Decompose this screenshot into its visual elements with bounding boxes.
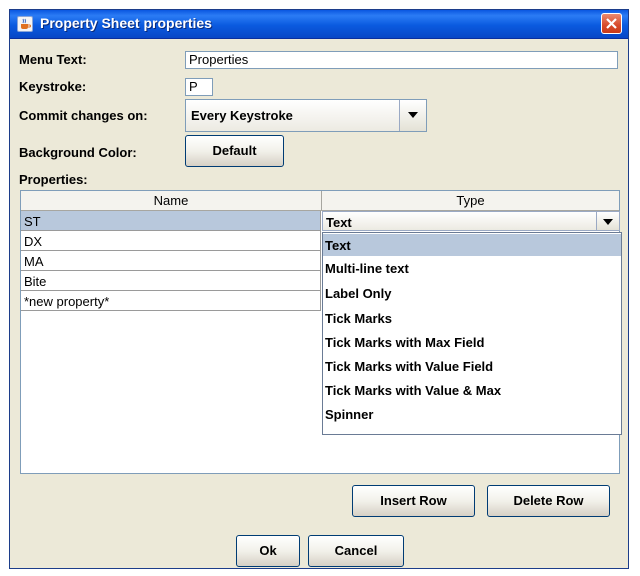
dialog-window: Property Sheet properties Menu Text: Pro… [9, 9, 629, 569]
type-dropdown-arrow[interactable] [596, 212, 619, 230]
table-row[interactable]: MA [21, 251, 321, 271]
type-cell-dropdown[interactable]: Text [322, 211, 620, 231]
row-name-cell: Bite [24, 274, 47, 289]
type-option-text[interactable]: Text [323, 234, 621, 256]
keystroke-field[interactable]: P [185, 78, 213, 96]
type-option-spinner[interactable]: Spinner [323, 403, 621, 425]
table-row[interactable]: Bite [21, 271, 321, 291]
row-name-cell: MA [24, 254, 44, 269]
title-bar[interactable]: Property Sheet properties [10, 10, 628, 39]
chevron-down-icon [603, 219, 613, 225]
close-button[interactable] [601, 13, 622, 34]
background-default-button[interactable]: Default [185, 135, 284, 167]
menu-text-field[interactable]: Properties [185, 51, 618, 69]
background-color-label: Background Color: [19, 145, 137, 160]
delete-row-button[interactable]: Delete Row [487, 485, 610, 517]
table-header: Name Type [21, 191, 619, 211]
type-option-multiline[interactable]: Multi-line text [323, 257, 621, 279]
ok-button[interactable]: Ok [236, 535, 300, 567]
background-default-label: Default [212, 143, 257, 158]
column-header-type[interactable]: Type [322, 191, 619, 210]
row-name-cell: *new property* [24, 294, 110, 309]
row-name-cell: ST [24, 214, 41, 229]
java-cup-icon [17, 16, 33, 32]
type-option-label-only[interactable]: Label Only [323, 282, 621, 304]
type-option-tick-value[interactable]: Tick Marks with Value Field [323, 355, 621, 377]
commit-dropdown-arrow[interactable] [399, 100, 426, 131]
row-name-cell: DX [24, 234, 43, 249]
menu-text-label: Menu Text: [19, 52, 87, 67]
table-row[interactable]: ST [21, 211, 321, 231]
chevron-down-icon [408, 112, 418, 118]
column-header-name[interactable]: Name [21, 191, 321, 210]
type-option-tick-max[interactable]: Tick Marks with Max Field [323, 331, 621, 353]
properties-label: Properties: [19, 172, 88, 187]
commit-changes-label: Commit changes on: [19, 108, 148, 123]
table-row[interactable]: DX [21, 231, 321, 251]
type-option-tick-value-max[interactable]: Tick Marks with Value & Max [323, 379, 621, 401]
type-option-tick-marks[interactable]: Tick Marks [323, 307, 621, 329]
commit-changes-value: Every Keystroke [191, 108, 293, 123]
table-row[interactable]: *new property* [21, 291, 321, 311]
close-icon [606, 18, 617, 29]
cancel-button[interactable]: Cancel [308, 535, 404, 567]
insert-row-button[interactable]: Insert Row [352, 485, 475, 517]
window-title: Property Sheet properties [40, 15, 212, 31]
keystroke-label: Keystroke: [19, 79, 87, 94]
type-options-list[interactable]: Text Multi-line text Label Only Tick Mar… [322, 232, 622, 435]
commit-changes-dropdown[interactable]: Every Keystroke [185, 99, 427, 132]
type-cell-value: Text [326, 215, 352, 230]
